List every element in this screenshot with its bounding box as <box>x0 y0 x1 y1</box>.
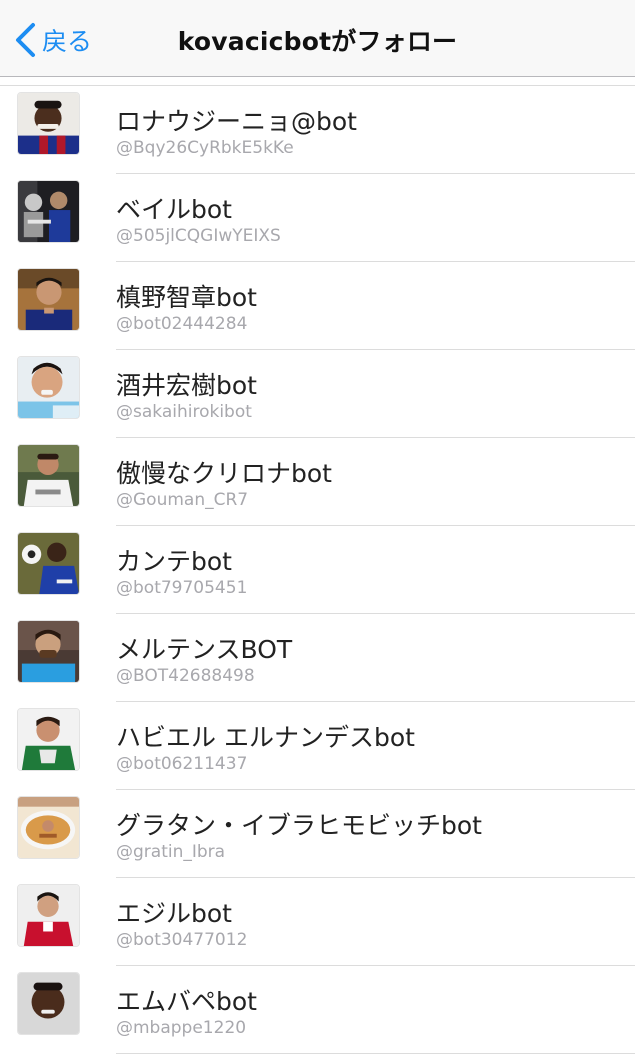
user-row[interactable]: エムバペbot @mbappe1220 <box>0 966 635 1054</box>
user-row[interactable]: 傲慢なクリロナbot @Gouman_CR7 <box>0 438 635 526</box>
player-blue-kit-avatar[interactable] <box>17 268 80 331</box>
gratin-dish-avatar[interactable] <box>17 796 80 859</box>
user-handle: @bot06211437 <box>116 754 248 774</box>
player-dark-photo-avatar[interactable] <box>17 180 80 243</box>
page-title: kovacicbotがフォロー <box>177 27 458 56</box>
player-white-kit-avatar[interactable] <box>17 444 80 507</box>
player-red-kit-avatar[interactable] <box>17 884 80 947</box>
navigation-bar: 戻る kovacicbotがフォロー <box>0 0 635 77</box>
player-sky-blue-kit-avatar[interactable] <box>17 356 80 419</box>
user-name: ハビエル エルナンデスbot <box>116 723 415 752</box>
user-name: 傲慢なクリロナbot <box>116 459 332 488</box>
user-row[interactable]: 酒井宏樹bot @sakaihirokibot <box>0 350 635 438</box>
user-row[interactable]: カンテbot @bot79705451 <box>0 526 635 614</box>
user-row[interactable]: グラタン・イブラヒモビッチbot @gratin_Ibra <box>0 790 635 878</box>
player-light-blue-kit-avatar[interactable] <box>17 620 80 683</box>
user-handle: @bot02444284 <box>116 314 248 334</box>
user-name: 酒井宏樹bot <box>116 371 257 400</box>
user-handle: @BOT42688498 <box>116 666 255 686</box>
user-row[interactable]: ハビエル エルナンデスbot @bot06211437 <box>0 702 635 790</box>
user-row[interactable]: エジルbot @bot30477012 <box>0 878 635 966</box>
user-handle: @mbappe1220 <box>116 1018 247 1038</box>
player-blue-red-kit-avatar[interactable] <box>17 92 80 155</box>
player-portrait-avatar[interactable] <box>17 972 80 1035</box>
user-handle: @Bqy26CyRbkE5kKe <box>116 138 294 158</box>
player-with-ball-avatar[interactable] <box>17 532 80 595</box>
user-handle: @bot79705451 <box>116 578 248 598</box>
user-handle: @505jlCQGIwYEIXS <box>116 226 281 246</box>
user-name: ロナウジーニョ@bot <box>116 107 357 136</box>
user-handle: @bot30477012 <box>116 930 248 950</box>
player-green-kit-avatar[interactable] <box>17 708 80 771</box>
user-name: 槙野智章bot <box>116 283 257 312</box>
user-handle: @Gouman_CR7 <box>116 490 249 510</box>
user-handle: @gratin_Ibra <box>116 842 226 862</box>
user-name: ベイルbot <box>116 195 232 224</box>
user-row[interactable]: 槙野智章bot @bot02444284 <box>0 262 635 350</box>
user-name: カンテbot <box>116 547 232 576</box>
user-row[interactable]: ロナウジーニョ@bot @Bqy26CyRbkE5kKe <box>0 86 635 174</box>
user-row[interactable]: ベイルbot @505jlCQGIwYEIXS <box>0 174 635 262</box>
user-name: メルテンスBOT <box>116 635 293 664</box>
user-name: グラタン・イブラヒモビッチbot <box>116 811 482 840</box>
user-name: エジルbot <box>116 899 232 928</box>
user-row[interactable]: メルテンスBOT @BOT42688498 <box>0 614 635 702</box>
user-handle: @sakaihirokibot <box>116 402 252 422</box>
user-name: エムバペbot <box>116 987 257 1016</box>
following-list: ロナウジーニョ@bot @Bqy26CyRbkE5kKe ベイルbot @505… <box>0 85 635 1054</box>
